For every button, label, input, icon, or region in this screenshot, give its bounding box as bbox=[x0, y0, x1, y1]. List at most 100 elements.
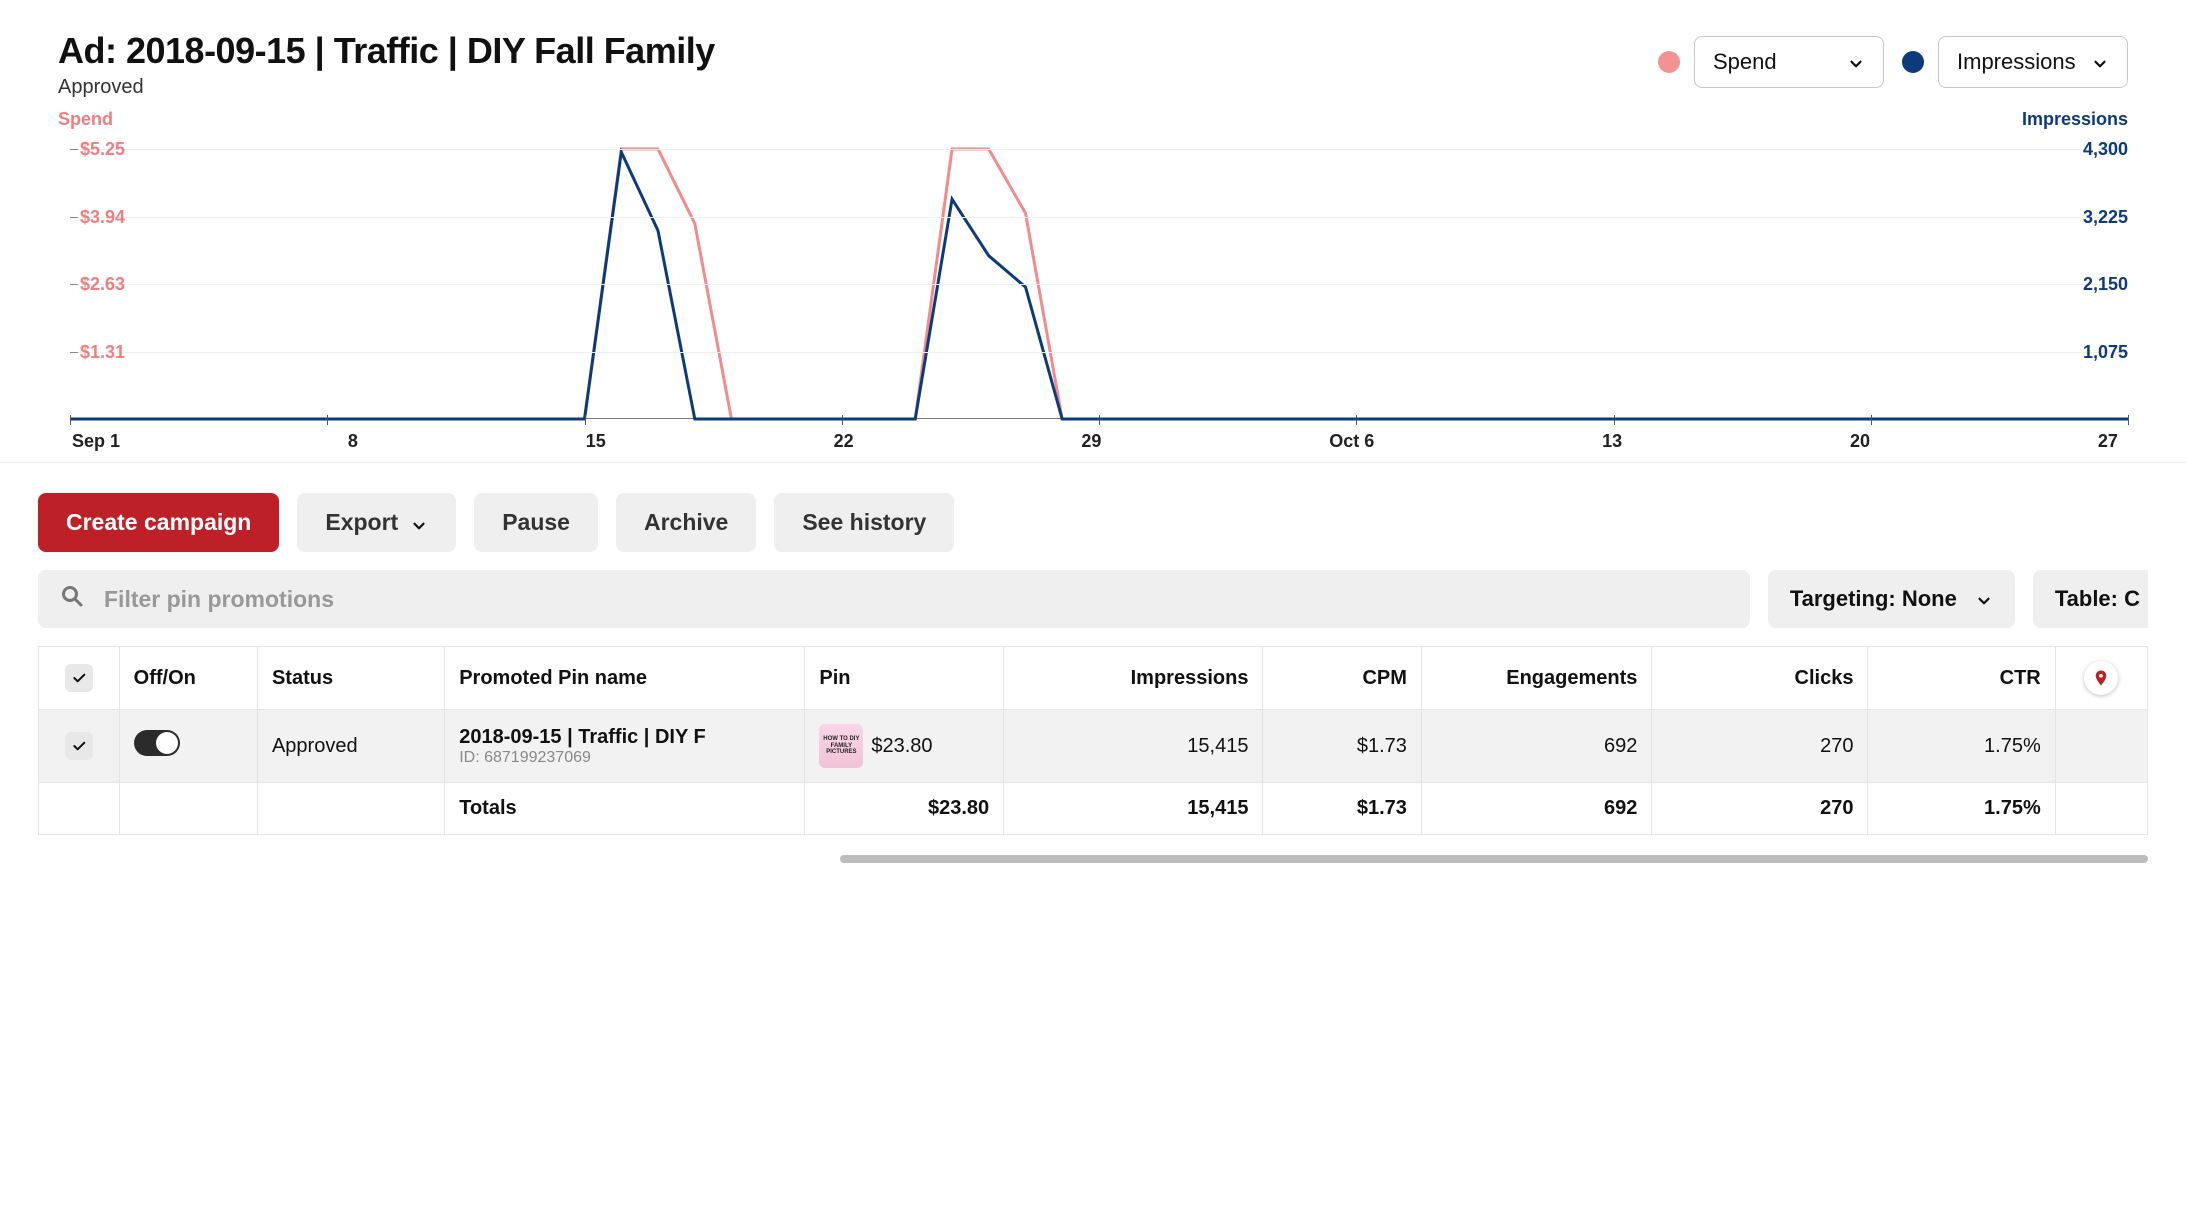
chart-xtick-label: Oct 6 bbox=[1329, 431, 1374, 452]
totals-empty bbox=[257, 783, 444, 835]
chart-ytick-right: 1,075 bbox=[2083, 342, 2128, 363]
pin-thumbnail: HOW TO DIY FAMILY PICTURES bbox=[819, 724, 863, 768]
row-ctr: 1.75% bbox=[1868, 710, 2055, 783]
chart-ytick-left: $3.94 bbox=[80, 207, 125, 228]
chart-xtick-mark bbox=[1099, 415, 1100, 425]
chart-xtick-label: 20 bbox=[1850, 431, 1870, 452]
metric-color-dot-left bbox=[1658, 51, 1680, 73]
page-header: Ad: 2018-09-15 | Traffic | DIY Fall Fami… bbox=[0, 0, 2186, 109]
metric-dropdown-right[interactable]: Impressions bbox=[1938, 36, 2128, 88]
col-cpm[interactable]: CPM bbox=[1263, 647, 1421, 710]
archive-button[interactable]: Archive bbox=[616, 493, 756, 552]
row-spend: $23.80 bbox=[871, 735, 932, 758]
chart-xtick-label: 13 bbox=[1602, 431, 1622, 452]
chart-x-ticks: Sep 18152229Oct 6132027 bbox=[58, 431, 2128, 452]
col-clicks[interactable]: Clicks bbox=[1652, 647, 1868, 710]
chart-ytick-right: 4,300 bbox=[2083, 139, 2128, 160]
chart-ytick-left: $2.63 bbox=[80, 274, 125, 295]
table-totals-row: Totals $23.80 15,415 $1.73 692 270 1.75% bbox=[39, 783, 2148, 835]
totals-clicks: 270 bbox=[1652, 783, 1868, 835]
chart-ytick-left: $5.25 bbox=[80, 139, 125, 160]
chart-xtick-mark bbox=[2128, 415, 2129, 425]
chart-series-impressions bbox=[70, 152, 2128, 419]
totals-label: Totals bbox=[445, 783, 805, 835]
metric-color-dot-right bbox=[1902, 51, 1924, 73]
chart-xtick-label: 15 bbox=[586, 431, 606, 452]
row-pin-id: ID: 687199237069 bbox=[459, 749, 790, 767]
ad-status: Approved bbox=[58, 76, 715, 99]
row-pin-name: 2018-09-15 | Traffic | DIY F ID: 6871992… bbox=[445, 710, 805, 783]
pin-promotions-table-wrap: Off/On Status Promoted Pin name Pin Impr… bbox=[0, 646, 2186, 855]
metric-selectors: Spend Impressions bbox=[1658, 36, 2128, 88]
col-engagements[interactable]: Engagements bbox=[1421, 647, 1651, 710]
row-checkbox[interactable] bbox=[39, 710, 120, 783]
chart-xtick-mark bbox=[1871, 415, 1872, 425]
chart-xtick-label: 22 bbox=[834, 431, 854, 452]
map-pin-icon bbox=[2084, 661, 2118, 695]
chart-xtick-mark bbox=[842, 415, 843, 425]
export-button[interactable]: Export bbox=[297, 493, 456, 552]
chart-ytick-right: 2,150 bbox=[2083, 274, 2128, 295]
col-ctr[interactable]: CTR bbox=[1868, 647, 2055, 710]
chart-ytick-mark bbox=[70, 284, 78, 285]
pin-promotions-table: Off/On Status Promoted Pin name Pin Impr… bbox=[38, 646, 2148, 835]
left-axis-label: Spend bbox=[58, 109, 113, 130]
table-row[interactable]: Approved 2018-09-15 | Traffic | DIY F ID… bbox=[39, 710, 2148, 783]
table-header-row: Off/On Status Promoted Pin name Pin Impr… bbox=[39, 647, 2148, 710]
chevron-down-icon bbox=[1847, 53, 1865, 71]
col-status[interactable]: Status bbox=[257, 647, 444, 710]
select-all-header[interactable] bbox=[39, 647, 120, 710]
checkbox-icon bbox=[65, 664, 93, 692]
totals-ctr: 1.75% bbox=[1868, 783, 2055, 835]
metric-selector-right: Impressions bbox=[1902, 36, 2128, 88]
chart-xtick-label: 27 bbox=[2098, 431, 2118, 452]
totals-engagements: 692 bbox=[1421, 783, 1651, 835]
row-status: Approved bbox=[257, 710, 444, 783]
totals-cpm: $1.73 bbox=[1263, 783, 1421, 835]
chart-plot-area: $5.254,300$3.943,225$2.632,150$1.311,075 bbox=[58, 149, 2128, 419]
chart-ytick-mark bbox=[70, 149, 78, 150]
row-cpm: $1.73 bbox=[1263, 710, 1421, 783]
chevron-down-icon bbox=[2091, 53, 2109, 71]
page-title: Ad: 2018-09-15 | Traffic | DIY Fall Fami… bbox=[58, 30, 715, 72]
chart-ytick-mark bbox=[70, 217, 78, 218]
filter-pin-promotions-input[interactable] bbox=[104, 586, 1728, 613]
chevron-down-icon bbox=[1975, 590, 1993, 608]
chart-gridline bbox=[70, 352, 2128, 353]
see-history-button[interactable]: See history bbox=[774, 493, 954, 552]
filter-row: Targeting: None Table: C bbox=[0, 570, 2186, 646]
horizontal-scrollbar[interactable] bbox=[38, 855, 2148, 865]
targeting-label: Targeting: None bbox=[1790, 586, 1957, 612]
chart-xtick-mark bbox=[1614, 415, 1615, 425]
metric-dropdown-left[interactable]: Spend bbox=[1694, 36, 1884, 88]
targeting-dropdown[interactable]: Targeting: None bbox=[1768, 570, 2015, 628]
col-location[interactable] bbox=[2055, 647, 2147, 710]
table-view-dropdown[interactable]: Table: C bbox=[2033, 570, 2148, 628]
chart-xtick-label: 29 bbox=[1081, 431, 1101, 452]
action-bar: Create campaign Export Pause Archive See… bbox=[0, 463, 2186, 570]
row-pin-cell: HOW TO DIY FAMILY PICTURES $23.80 bbox=[805, 710, 1004, 783]
col-pin-name[interactable]: Promoted Pin name bbox=[445, 647, 805, 710]
row-extra bbox=[2055, 710, 2147, 783]
create-campaign-button[interactable]: Create campaign bbox=[38, 493, 279, 552]
on-off-toggle[interactable] bbox=[134, 730, 180, 756]
chart-xtick-mark bbox=[70, 415, 71, 425]
col-pin[interactable]: Pin bbox=[805, 647, 1004, 710]
search-wrap bbox=[38, 570, 1750, 628]
pause-button[interactable]: Pause bbox=[474, 493, 598, 552]
chart-container: Spend Impressions $5.254,300$3.943,225$2… bbox=[0, 109, 2186, 463]
chart-xtick-mark bbox=[327, 415, 328, 425]
row-impressions: 15,415 bbox=[1004, 710, 1263, 783]
totals-spend: $23.80 bbox=[805, 783, 1004, 835]
totals-empty bbox=[119, 783, 257, 835]
col-impressions[interactable]: Impressions bbox=[1004, 647, 1263, 710]
metric-dropdown-right-label: Impressions bbox=[1957, 49, 2076, 75]
col-offon[interactable]: Off/On bbox=[119, 647, 257, 710]
totals-extra bbox=[2055, 783, 2147, 835]
chart-ytick-right: 3,225 bbox=[2083, 207, 2128, 228]
chart-xtick-mark bbox=[585, 415, 586, 425]
title-block: Ad: 2018-09-15 | Traffic | DIY Fall Fami… bbox=[58, 30, 715, 99]
chart-gridline bbox=[70, 284, 2128, 285]
row-toggle-cell bbox=[119, 710, 257, 783]
chart-xtick-mark bbox=[1356, 415, 1357, 425]
